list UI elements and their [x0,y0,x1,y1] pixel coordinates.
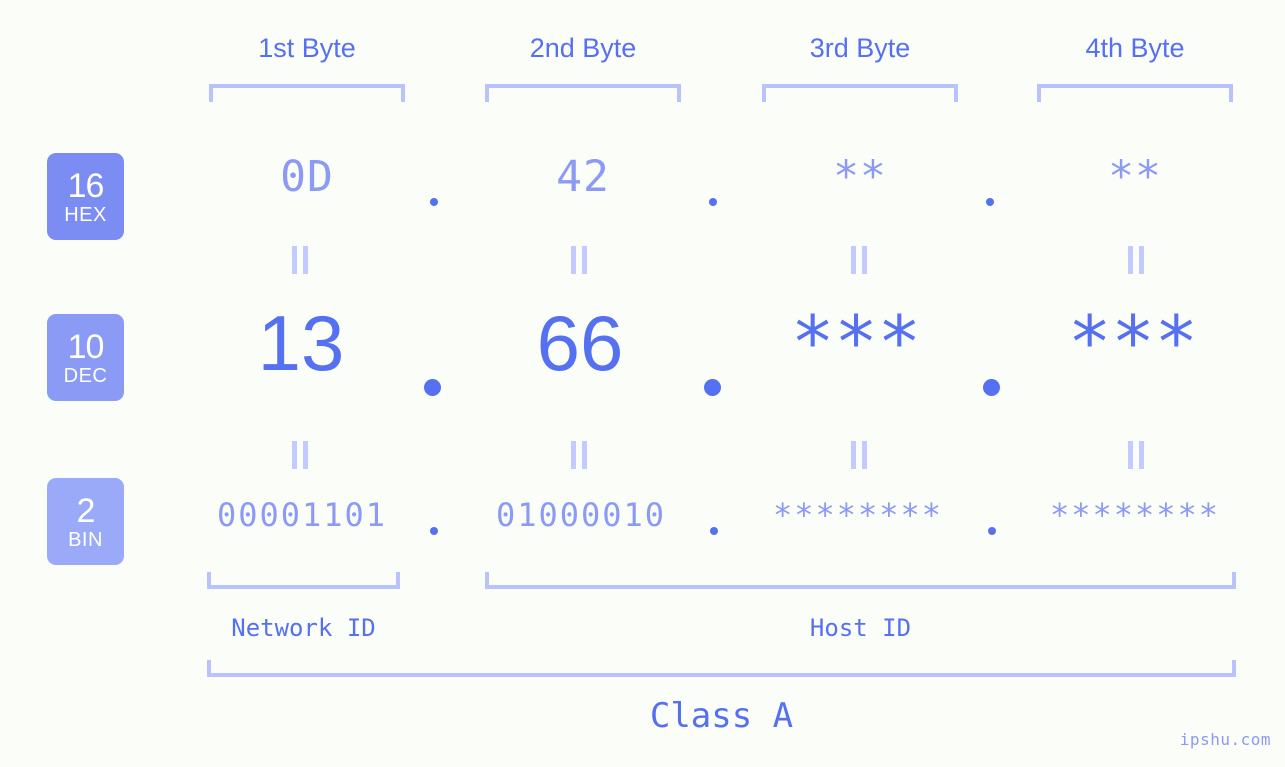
radix-badge-dec-number: 10 [67,327,105,366]
bin-separator-dot-3 [988,527,996,535]
bin-byte-1: 00001101 [216,496,388,534]
radix-badge-hex: 16 HEX [47,153,124,240]
byte-bracket-top-2 [485,84,681,102]
equals-hex-dec-3 [851,246,867,274]
dec-byte-2: 66 [536,299,624,387]
bin-byte-3: ******** [772,496,944,534]
byte-bracket-top-4 [1037,84,1233,102]
radix-badge-dec-name: DEC [63,364,108,387]
hex-byte-2: 42 [556,152,610,202]
bin-byte-4: ******** [1049,496,1221,534]
hex-byte-3: ** [833,152,887,202]
equals-dec-bin-1 [292,441,308,469]
host-id-label: Host ID [809,614,912,642]
site-watermark: ipshu.com [1179,730,1271,749]
byte-header-4: 4th Byte [1085,33,1185,63]
byte-header-3: 3rd Byte [809,33,911,63]
dec-separator-dot-2 [704,379,721,396]
dec-byte-1: 13 [257,299,345,387]
dec-separator-dot-1 [424,379,441,396]
bin-separator-dot-2 [710,527,718,535]
host-id-bracket [485,572,1236,589]
equals-dec-bin-2 [571,441,587,469]
class-bracket [207,660,1236,677]
byte-bracket-top-3 [762,84,958,102]
equals-hex-dec-2 [571,246,587,274]
hex-separator-dot-1 [430,198,438,206]
bin-byte-2: 01000010 [495,496,667,534]
equals-dec-bin-4 [1128,441,1144,469]
hex-byte-1: 0D [280,152,334,202]
equals-hex-dec-4 [1128,246,1144,274]
byte-header-1: 1st Byte [258,33,356,63]
dec-byte-4: *** [1067,300,1199,384]
equals-dec-bin-3 [851,441,867,469]
radix-badge-dec: 10 DEC [47,314,124,401]
network-id-label: Network ID [231,614,376,642]
class-label: Class A [649,696,794,736]
hex-byte-4: ** [1108,152,1162,202]
network-id-bracket [207,572,400,589]
hex-separator-dot-2 [709,198,717,206]
equals-hex-dec-1 [292,246,308,274]
byte-header-2: 2nd Byte [529,33,637,63]
radix-badge-hex-name: HEX [64,203,107,226]
byte-bracket-top-1 [209,84,405,102]
radix-badge-bin-name: BIN [68,528,103,551]
dec-separator-dot-3 [983,379,1000,396]
ip-address-breakdown-diagram: 1st Byte 2nd Byte 3rd Byte 4th Byte 16 H… [0,0,1285,767]
radix-badge-bin: 2 BIN [47,478,124,565]
hex-separator-dot-3 [986,198,994,206]
bin-separator-dot-1 [430,527,438,535]
dec-byte-3: *** [790,300,922,384]
radix-badge-bin-number: 2 [76,491,96,530]
radix-badge-hex-number: 16 [67,166,105,205]
